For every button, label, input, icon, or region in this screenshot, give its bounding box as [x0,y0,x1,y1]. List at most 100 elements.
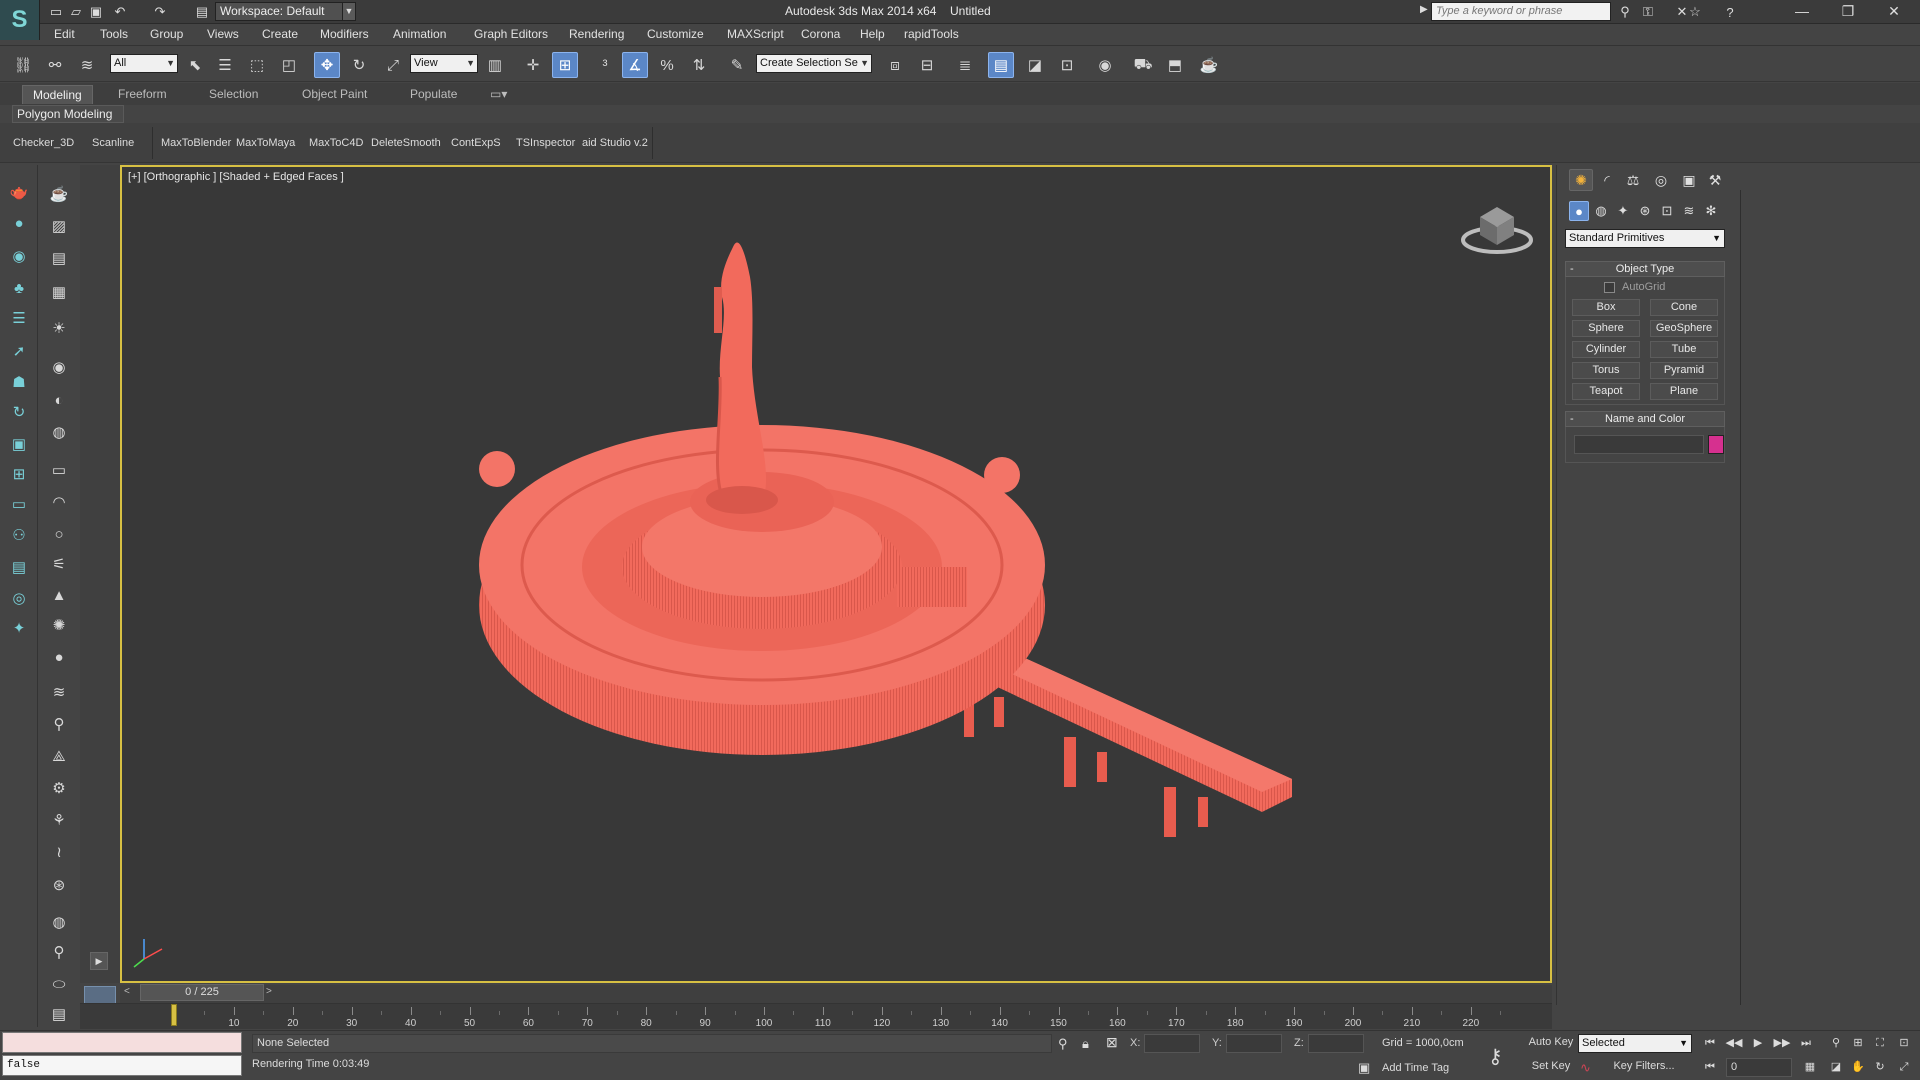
menu-create[interactable]: Create [262,27,298,41]
primitive-category-dropdown[interactable]: Standard Primitives ▼ [1565,229,1725,248]
object-color-swatch[interactable] [1708,435,1724,454]
tab-object-paint[interactable]: Object Paint [302,87,367,101]
maxscript-listener-input[interactable] [2,1032,242,1053]
time-tag-icon[interactable]: ▣ [1358,1060,1370,1076]
snaps-toggle-icon[interactable]: ³ [592,52,618,78]
sun-icon[interactable]: ✺ [47,613,71,637]
set-keys-key-icon[interactable]: ⚷ [1488,1044,1503,1069]
cone-button[interactable]: Cone [1650,299,1718,316]
circle-icon[interactable]: ○ [47,522,71,546]
knob-icon[interactable]: ◐ [47,388,71,412]
material-editor-icon[interactable]: ◉ [1092,52,1118,78]
rect-icon[interactable]: ▭ [47,458,71,482]
tab-populate[interactable]: Populate [410,87,457,101]
select-by-name-icon[interactable]: ☰ [212,52,238,78]
workspace-menu-arrow[interactable]: ▼ [342,2,356,21]
render-setup-icon[interactable]: ⛟ [1130,52,1156,78]
tab-modeling[interactable]: Modeling [22,85,93,104]
x-coordinate-field[interactable] [1144,1034,1200,1053]
set-key-button[interactable]: Set Key [1526,1058,1576,1077]
select-scale-icon[interactable]: ⤢ [380,52,406,78]
help-icon[interactable]: ? [1720,2,1740,22]
isolate-selection-icon[interactable]: ⚲ [1058,1036,1068,1052]
select-rotate-icon[interactable]: ↻ [346,52,372,78]
cameras-icon[interactable]: ⊛ [1635,201,1655,221]
named-selection-set-dropdown[interactable]: Create Selection Se ▼ [756,54,872,73]
auto-key-button[interactable]: Auto Key [1526,1034,1576,1053]
menu-tools[interactable]: Tools [100,27,128,41]
plane-button[interactable]: Plane [1650,383,1718,400]
shelf-checker-3d[interactable]: Checker_3D [13,137,74,149]
gear-icon[interactable]: ⚙ [47,776,71,800]
menu-views[interactable]: Views [207,27,239,41]
menu-graph-editors[interactable]: Graph Editors [474,27,548,41]
open-file-icon[interactable]: ▱ [66,2,86,22]
orbit-icon[interactable]: ↻ [1870,1057,1890,1077]
object-name-field[interactable] [1574,435,1704,454]
zoom-extents-icon[interactable]: ⛶ [1870,1033,1890,1053]
restore-icon[interactable]: ❐ [1826,0,1870,24]
previous-frame-icon[interactable]: ◀◀ [1724,1033,1744,1053]
key-search-icon[interactable]: ⚿ [1638,2,1658,22]
edit-named-selection-icon[interactable]: ✎ [724,52,750,78]
grass-icon[interactable]: ⚘ [47,808,71,832]
keyboard-shortcut-override-icon[interactable]: ⊞ [552,52,578,78]
shelf-contexps[interactable]: ContExpS [451,137,501,149]
angle-snap-icon[interactable]: ∡ [622,52,648,78]
key-curve-icon[interactable]: ∿ [1580,1060,1591,1076]
reference-coordinate-dropdown[interactable]: View ▼ [410,54,478,73]
rect-selection-icon[interactable]: ⬚ [244,52,270,78]
modify-tab-icon[interactable]: ◜ [1595,169,1619,191]
key-mode-dropdown[interactable]: Selected ▼ [1578,1034,1692,1053]
grid-icon[interactable]: ⊞ [7,462,31,486]
percent-snap-icon[interactable]: % [654,52,680,78]
schematic-view-icon[interactable]: ⊡ [1054,52,1080,78]
minimize-icon[interactable]: — [1780,0,1824,24]
zoom-icon[interactable]: ⚲ [1826,1033,1846,1053]
time-slider-thumb[interactable]: 0 / 225 [140,984,264,1001]
hierarchy-tab-icon[interactable]: ⚖ [1621,169,1645,191]
shelf-aid-studio[interactable]: aid Studio v.2 [582,137,648,149]
sphere-icon[interactable]: ● [7,211,31,235]
ball-icon[interactable]: ◍ [47,910,71,934]
polygon-modeling-panel[interactable]: Polygon Modeling [12,105,124,123]
object-type-rollout[interactable]: - Object Type [1565,261,1725,277]
pyramid-icon[interactable]: ⟁ [47,744,71,768]
eye-icon[interactable]: ◎ [7,586,31,610]
field-of-view-icon[interactable]: ◪ [1826,1057,1846,1077]
project-folder-icon[interactable]: ▤ [192,2,212,22]
mirror-icon[interactable]: ⧈ [882,52,908,78]
camera-icon[interactable]: ◉ [7,244,31,268]
menu-rendering[interactable]: Rendering [569,27,624,41]
play-icon[interactable]: ▶ [1748,1033,1768,1053]
table-icon[interactable]: ▦ [47,280,71,304]
time-configuration-icon[interactable]: ▦ [1800,1057,1820,1077]
selection-lock-icon[interactable]: 🔒︎ [1082,1036,1089,1052]
menu-animation[interactable]: Animation [393,27,446,41]
picture-icon[interactable]: ▨ [47,214,71,238]
tab-freeform[interactable]: Freeform [118,87,167,101]
manipulate-icon[interactable]: ✛ [520,52,546,78]
key-mode-toggle-icon[interactable]: ⏮ [1700,1057,1720,1077]
app-logo[interactable]: S [0,0,40,40]
rotate-icon[interactable]: ↻ [7,400,31,424]
menu-corona[interactable]: Corona [801,27,840,41]
cube-icon[interactable]: ▣ [7,432,31,456]
teapot-button[interactable]: Teapot [1572,383,1640,400]
save-icon[interactable]: ▣ [86,2,106,22]
script-icon[interactable]: ▤ [47,1002,71,1026]
track-bar[interactable]: 10 20 30 40 50 60 70 80 90 100 110 120 130 140 150 160 1… [80,1003,1552,1029]
figure-icon[interactable]: ☗ [7,370,31,394]
cylinder-button[interactable]: Cylinder [1572,341,1640,358]
geosphere-button[interactable]: GeoSphere [1650,320,1718,337]
disc-icon[interactable]: ● [47,645,71,669]
geometry-icon[interactable]: ● [1569,201,1589,221]
favorites-icon[interactable]: ☆ [1685,2,1705,22]
absolute-mode-transform-icon[interactable]: ⊠ [1106,1034,1118,1051]
stripes-icon[interactable]: ⚟ [47,552,71,576]
pyramid-button[interactable]: Pyramid [1650,362,1718,379]
teapot-icon[interactable]: 🫖 [7,180,31,204]
portal-icon[interactable]: ⬭ [47,972,71,996]
shelf-deletesmooth[interactable]: DeleteSmooth [371,137,441,149]
link-icon[interactable]: ⛓ [10,52,36,78]
